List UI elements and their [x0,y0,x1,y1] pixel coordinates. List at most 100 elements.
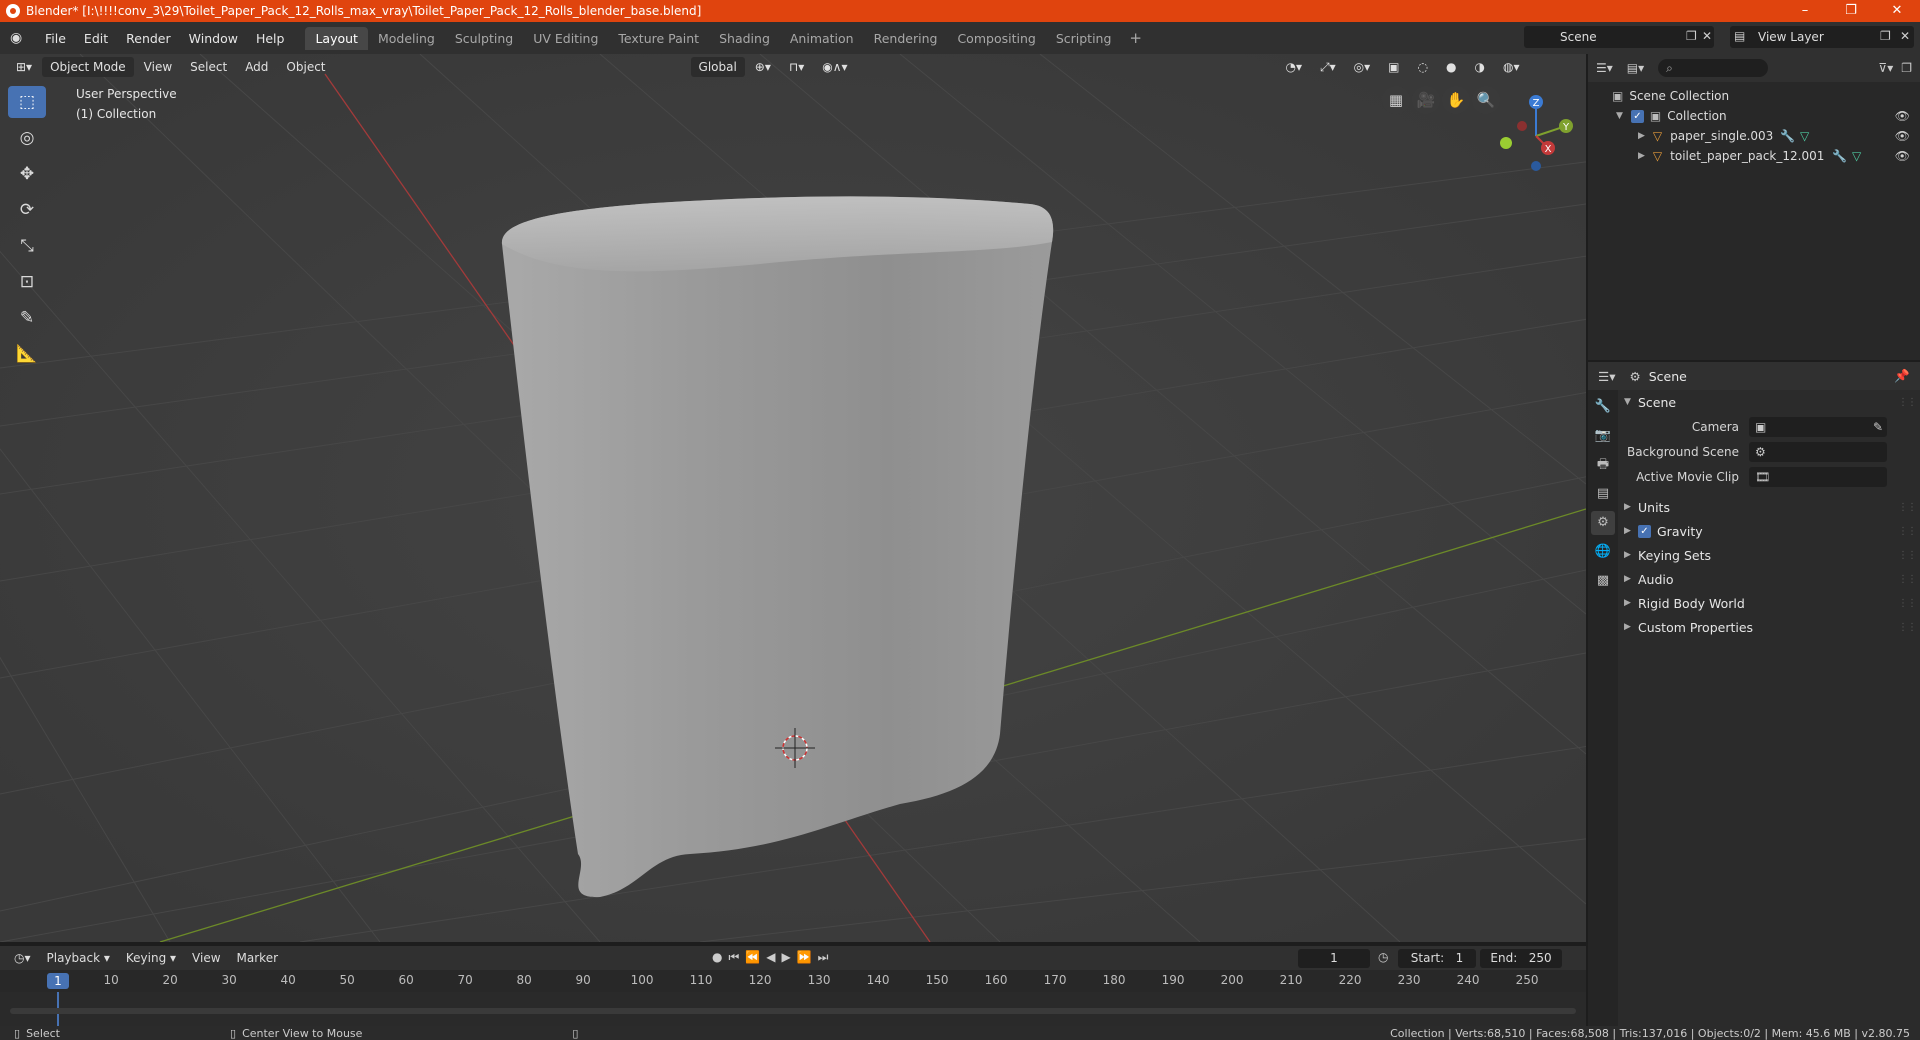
camera-field[interactable]: ▣ ✎ [1749,416,1887,437]
clock-icon[interactable]: ◷ [1378,950,1388,964]
collection-checkbox[interactable]: ✓ [1630,109,1644,123]
tab-modeling[interactable]: Modeling [368,27,445,50]
tool-tab-icon[interactable]: 🔧 [1591,395,1615,419]
expand-arrow-icon[interactable]: ▼ [1616,111,1623,121]
menu-add[interactable]: Add [237,57,276,77]
scene-tab-icon[interactable]: ⚙ [1591,511,1615,535]
menu-keying[interactable]: Keying ▾ [118,951,184,965]
active-movie-clip-field[interactable]: 🎞 [1749,466,1887,487]
rotate-tool-icon[interactable]: ⟳ [8,194,46,226]
drag-handle-icon[interactable]: ⋮⋮ [1898,397,1917,408]
new-collection-icon[interactable]: ❐ [1901,61,1912,75]
cursor-tool-icon[interactable]: ◎ [8,122,46,154]
modifier-wrench-icon[interactable]: 🔧 [1780,129,1795,143]
xray-icon[interactable]: ▣ [1380,57,1407,77]
tab-rendering[interactable]: Rendering [864,27,948,50]
record-icon[interactable]: ● [712,950,728,964]
tab-texture-paint[interactable]: Texture Paint [608,27,709,50]
prev-keyframe-icon[interactable]: ⏪ [745,950,766,964]
shading-rendered-icon[interactable]: ◍▾ [1495,57,1528,77]
current-frame-marker[interactable]: 1 [47,973,69,989]
axis-orientation-gizmo[interactable]: Z Y X [1480,86,1576,182]
drag-handle-icon[interactable]: ⋮⋮ [1898,502,1917,513]
rigid-body-world-section-header[interactable]: ▶ Rigid Body World ⋮⋮ [1624,591,1920,615]
outliner-row-object[interactable]: ▶ ▽ toilet_paper_pack_12.001 🔧 ▽ 👁 [1588,146,1920,166]
pivot-icon[interactable]: ⊕▾ [747,57,779,77]
timeline-editor-icon[interactable]: ◷▾ [6,951,39,965]
scene-section-header[interactable]: ▼ Scene ⋮⋮ [1624,390,1920,414]
units-section-header[interactable]: ▶ Units ⋮⋮ [1624,495,1920,519]
snap-icon[interactable]: ⊓▾ [781,57,812,77]
world-tab-icon[interactable]: 🌐 [1591,540,1615,564]
shading-wireframe-icon[interactable]: ◌ [1410,57,1436,77]
outliner-row-object[interactable]: ▶ ▽ paper_single.003 🔧 ▽ 👁 [1588,126,1920,146]
menu-file[interactable]: File [36,31,75,46]
menu-render[interactable]: Render [117,31,180,46]
blender-menu-icon[interactable]: ◉ [10,30,26,46]
custom-properties-section-header[interactable]: ▶ Custom Properties ⋮⋮ [1624,615,1920,639]
jump-start-icon[interactable]: ⏮ [728,950,745,964]
menu-select[interactable]: Select [182,57,235,77]
menu-window[interactable]: Window [180,31,247,46]
outliner-row-scene-collection[interactable]: ▣ Scene Collection [1588,86,1920,106]
camera-view-icon[interactable]: 🎥 [1412,86,1440,114]
close-button[interactable]: ✕ [1874,0,1920,22]
menu-object[interactable]: Object [278,57,333,77]
properties-editor-icon[interactable]: ☰▾ [1598,369,1615,384]
mode-selector[interactable]: Object Mode [42,57,134,77]
play-icon[interactable]: ▶ [781,950,796,964]
scale-tool-icon[interactable]: ⤡ [8,230,46,262]
current-frame-field[interactable]: 1 [1298,949,1370,968]
drag-handle-icon[interactable]: ⋮⋮ [1898,622,1917,633]
3d-viewport[interactable]: ⊞▾ Object Mode View Select Add Object Gl… [0,54,1586,942]
tab-layout[interactable]: Layout [305,26,368,50]
view-layer-tab-icon[interactable]: ▤ [1591,482,1615,506]
tab-sculpting[interactable]: Sculpting [445,27,523,50]
drag-handle-icon[interactable]: ⋮⋮ [1898,550,1917,561]
tab-scripting[interactable]: Scripting [1046,27,1122,50]
audio-section-header[interactable]: ▶ Audio ⋮⋮ [1624,567,1920,591]
visibility-eye-icon[interactable]: 👁 [1895,149,1910,163]
maximize-button[interactable]: ❐ [1828,0,1874,22]
keying-sets-section-header[interactable]: ▶ Keying Sets ⋮⋮ [1624,543,1920,567]
pan-hand-icon[interactable]: ✋ [1442,86,1470,114]
modifier-wrench-icon[interactable]: 🔧 [1832,149,1847,163]
menu-edit[interactable]: Edit [75,31,117,46]
next-keyframe-icon[interactable]: ⏩ [797,950,818,964]
menu-marker[interactable]: Marker [229,951,286,965]
minimize-button[interactable]: – [1782,0,1828,22]
pin-icon[interactable]: 📌 [1894,368,1910,384]
menu-view[interactable]: View [184,951,228,965]
drag-handle-icon[interactable]: ⋮⋮ [1898,574,1917,585]
measure-tool-icon[interactable]: 📐 [8,338,46,370]
gizmo-toggle-icon[interactable]: ⤢▾ [1312,57,1344,77]
tab-uv-editing[interactable]: UV Editing [523,27,608,50]
proportional-edit-icon[interactable]: ◉∧▾ [814,57,855,77]
background-scene-field[interactable]: ⚙ [1749,441,1887,462]
tab-animation[interactable]: Animation [780,27,864,50]
visibility-eye-icon[interactable]: 👁 [1895,109,1910,123]
filter-icon[interactable]: ⊽▾ [1878,61,1893,75]
timeline-scrollbar[interactable] [10,1008,1576,1014]
delete-scene-icon[interactable]: ✕ [1702,29,1712,43]
add-workspace-button[interactable]: + [1121,29,1150,47]
gravity-section-header[interactable]: ▶ ✓ Gravity ⋮⋮ [1624,519,1920,543]
select-box-tool-icon[interactable]: ⬚ [8,86,46,118]
shading-material-icon[interactable]: ◑ [1466,57,1492,77]
view-layer-icon[interactable]: ▤ [1734,29,1745,43]
drag-handle-icon[interactable]: ⋮⋮ [1898,598,1917,609]
menu-view[interactable]: View [136,57,180,77]
delete-view-layer-icon[interactable]: ✕ [1900,29,1910,43]
shading-solid-icon[interactable]: ● [1438,57,1464,77]
output-tab-icon[interactable]: 🖶 [1591,453,1615,477]
new-view-layer-icon[interactable]: ❐ [1880,29,1891,43]
drag-handle-icon[interactable]: ⋮⋮ [1898,526,1917,537]
expand-arrow-icon[interactable]: ▶ [1638,151,1645,161]
start-frame-field[interactable]: Start: 1 [1398,949,1476,968]
tab-compositing[interactable]: Compositing [947,27,1045,50]
play-reverse-icon[interactable]: ◀ [766,950,781,964]
menu-playback[interactable]: Playback ▾ [39,951,118,965]
annotate-tool-icon[interactable]: ✎ [8,302,46,334]
outliner-search-input[interactable]: ⌕ [1658,59,1769,77]
mesh-data-icon[interactable]: ▽ [1800,129,1809,143]
